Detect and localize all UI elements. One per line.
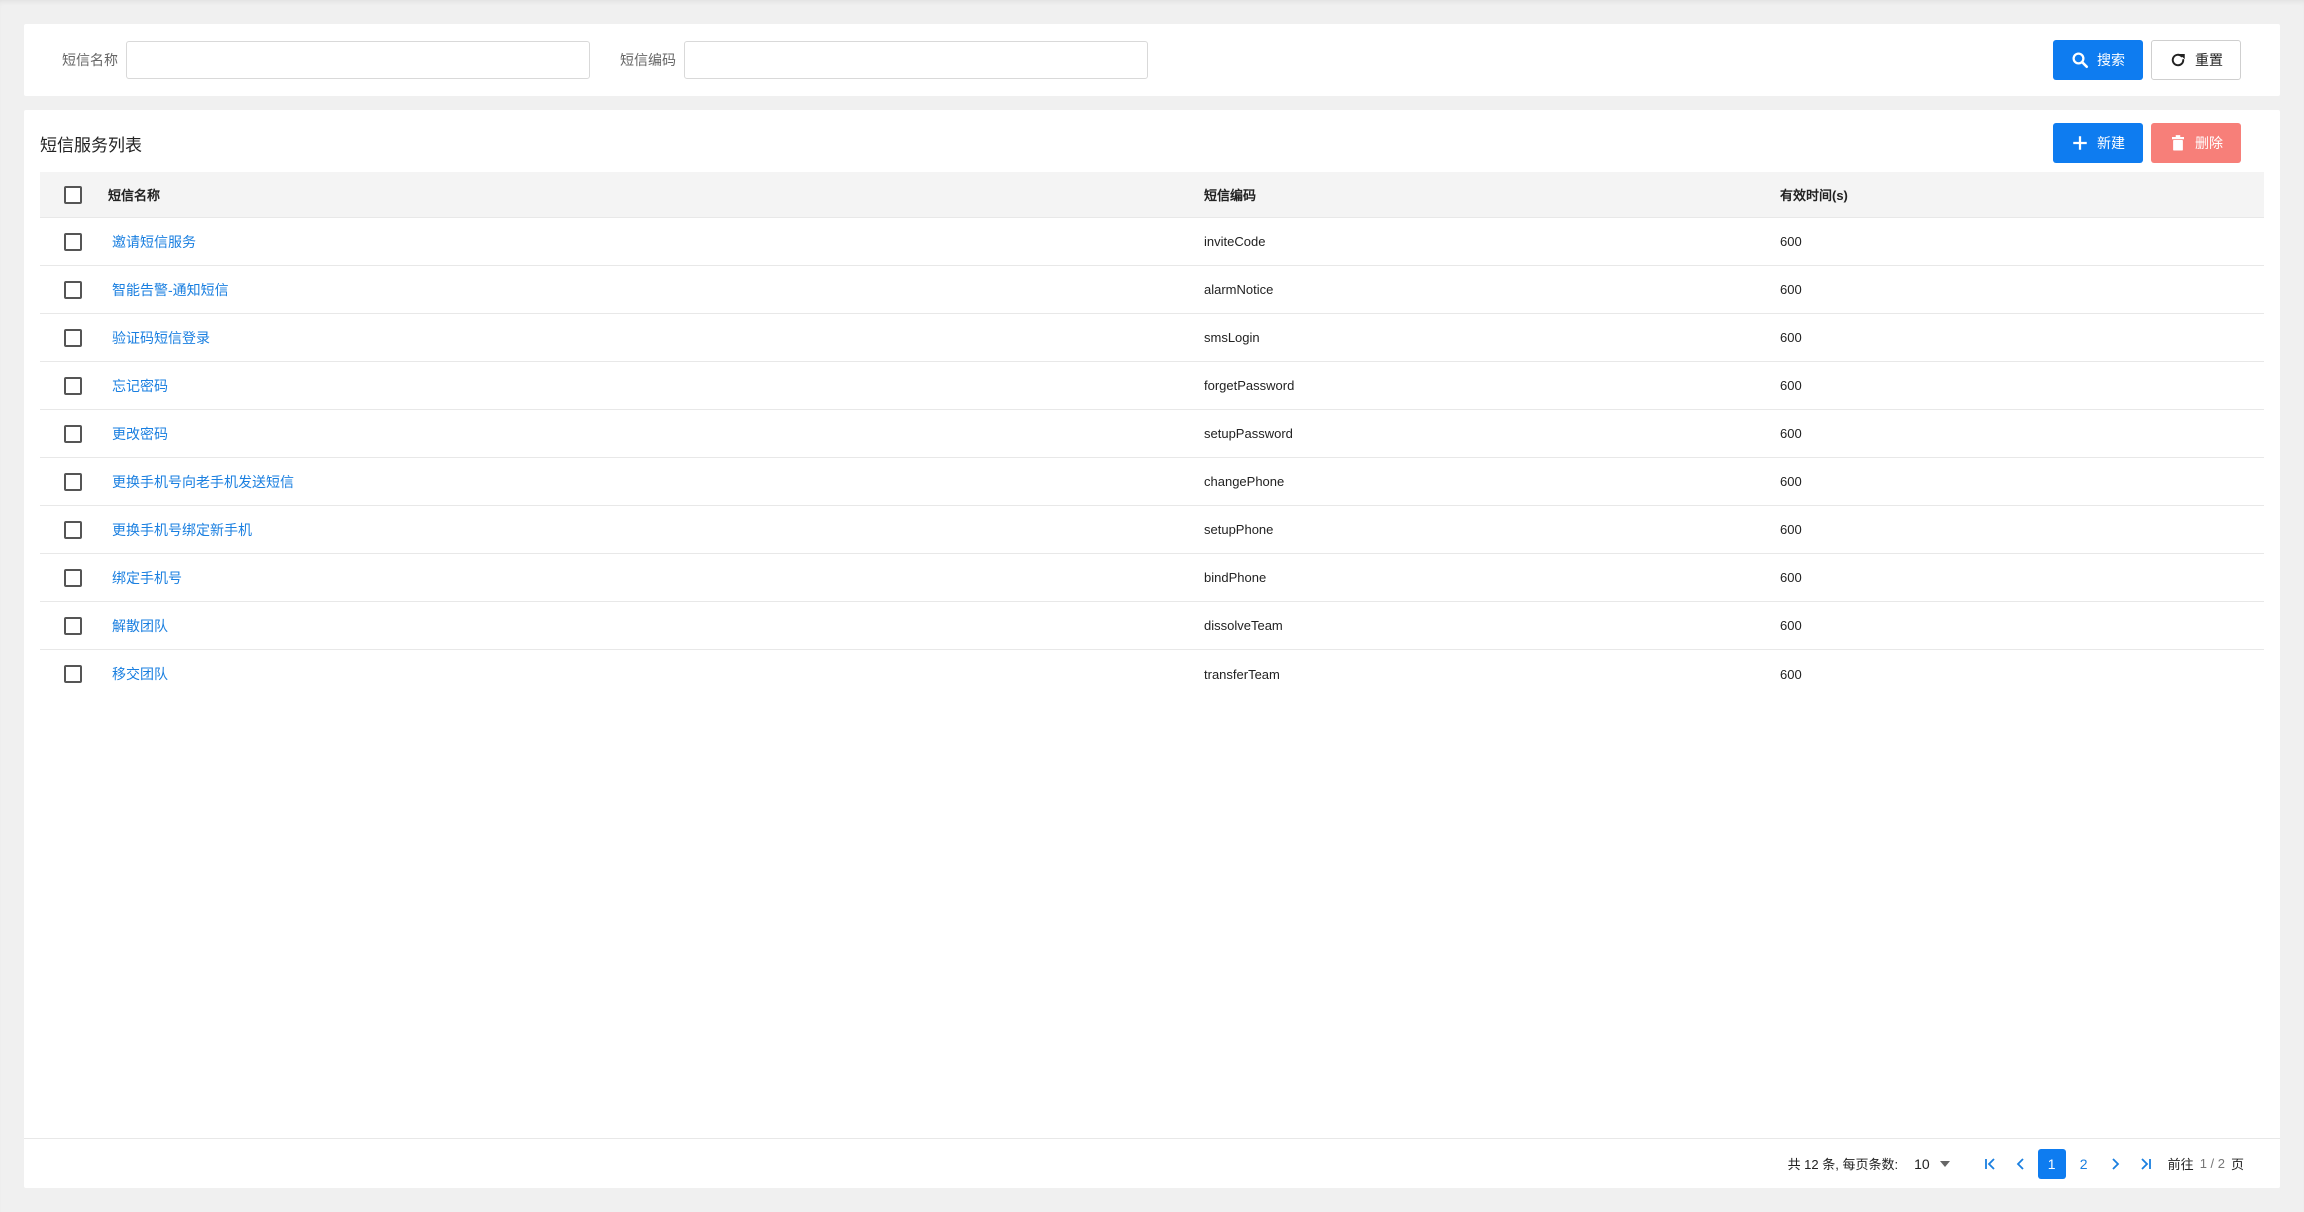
search-button-label: 搜索 [2097,52,2125,68]
row-checkbox[interactable] [64,472,82,491]
sms-name-link[interactable]: 解散团队 [108,618,168,634]
row-checkbox[interactable] [64,328,82,347]
next-page-icon[interactable] [2104,1153,2126,1175]
name-field: 短信名称 [62,41,590,79]
valid-time-cell: 600 [1780,666,1802,682]
row-checkbox[interactable] [64,616,82,635]
table-row: 绑定手机号 bindPhone 600 [40,554,2264,602]
sms-code-cell: forgetPassword [1204,378,1295,393]
reset-button-label: 重置 [2195,52,2223,68]
valid-time-cell: 600 [1780,570,1802,585]
sms-name-link[interactable]: 移交团队 [108,666,168,682]
pagination-total: 共 12 条, 每页条数: [1787,1157,1899,1172]
sms-code-cell: setupPassword [1204,426,1293,441]
valid-time-cell: 600 [1780,618,1802,633]
list-header: 短信服务列表 新建 删除 [24,110,2280,172]
page-button-2[interactable]: 2 [2070,1149,2098,1179]
valid-time-cell: 600 [1780,234,1802,249]
sms-name-link[interactable]: 邀请短信服务 [108,234,196,250]
table-row: 更换手机号向老手机发送短信 changePhone 600 [40,458,2264,506]
prev-page-icon[interactable] [2010,1153,2032,1175]
page-size-select[interactable]: 10 [1914,1156,1950,1172]
page-suffix: 页 [2230,1157,2244,1172]
delete-button[interactable]: 删除 [2151,123,2241,163]
table-row: 验证码短信登录 smsLogin 600 [40,314,2264,362]
column-header-name: 短信名称 [108,188,161,203]
row-checkbox[interactable] [64,665,82,683]
last-page-icon[interactable] [2134,1153,2156,1175]
table-row: 更换手机号绑定新手机 setupPhone 600 [40,506,2264,554]
sms-name-input[interactable] [126,41,590,79]
valid-time-cell: 600 [1780,474,1802,489]
search-actions: 搜索 重置 [2053,40,2241,80]
sms-name-link[interactable]: 绑定手机号 [108,570,182,586]
sms-name-link[interactable]: 验证码短信登录 [108,330,210,346]
table-row: 移交团队 transferTeam 600 [40,650,2264,698]
name-field-label: 短信名称 [62,52,118,68]
row-checkbox[interactable] [64,424,82,443]
sms-code-cell: bindPhone [1204,570,1267,585]
sms-code-cell: changePhone [1204,474,1285,489]
page-button-1[interactable]: 1 [2037,1148,2066,1179]
goto-page: 前往 1 / 2 页 [2168,1154,2244,1173]
new-button-label: 新建 [2097,135,2125,151]
column-header-code: 短信编码 [1204,188,1257,203]
row-checkbox[interactable] [64,376,82,395]
sms-code-cell: setupPhone [1204,522,1274,537]
table-row: 邀请短信服务 inviteCode 600 [40,218,2264,266]
row-checkbox[interactable] [64,280,82,299]
sms-code-input[interactable] [684,41,1148,79]
new-button[interactable]: 新建 [2053,123,2143,163]
search-icon [2071,51,2089,69]
table-body: 邀请短信服务 inviteCode 600 智能告警-通知短信 alarmNotice 6… [40,218,2264,698]
sms-table: 短信名称 短信编码 有效时间(s) 邀请短信服务 inviteCode 600 智能告… [40,172,2264,698]
table-header: 短信名称 短信编码 有效时间(s) [40,172,2264,218]
sms-code-cell: alarmNotice [1204,282,1274,297]
page-size-value: 10 [1914,1155,1930,1172]
row-checkbox[interactable] [64,232,82,251]
pagination: 共 12 条, 每页条数: 10 1 2 前往 1 / 2 页 [24,1138,2280,1188]
goto-page-input[interactable]: 1 / 2 [2200,1156,2225,1171]
valid-time-cell: 600 [1780,330,1802,345]
caret-down-icon [1939,1160,1950,1167]
table-row: 忘记密码 forgetPassword 600 [40,362,2264,410]
table-row: 更改密码 setupPassword 600 [40,410,2264,458]
valid-time-cell: 600 [1780,282,1802,297]
valid-time-cell: 600 [1780,378,1802,393]
code-field-label: 短信编码 [620,52,676,68]
goto-label: 前往 [2167,1157,2194,1172]
search-panel: 短信名称 短信编码 搜索 重置 [24,24,2280,96]
list-title: 短信服务列表 [40,136,142,155]
search-button[interactable]: 搜索 [2053,40,2143,80]
valid-time-cell: 600 [1780,522,1802,537]
reset-button[interactable]: 重置 [2151,40,2241,80]
sms-name-link[interactable]: 更换手机号向老手机发送短信 [108,474,294,490]
first-page-icon[interactable] [1980,1153,2002,1175]
list-actions: 新建 删除 [2053,123,2241,163]
sms-code-cell: inviteCode [1204,234,1266,249]
refresh-icon [2169,51,2187,69]
select-all-checkbox[interactable] [64,185,82,204]
plus-icon [2071,134,2089,152]
valid-time-cell: 600 [1780,426,1802,441]
sms-code-cell: smsLogin [1204,330,1260,345]
row-checkbox[interactable] [64,520,82,539]
table-row: 智能告警-通知短信 alarmNotice 600 [40,266,2264,314]
list-panel: 短信服务列表 新建 删除 短信名称 短信编码 有效时间(s) 邀请短信服务 inv… [24,110,2280,1188]
sms-code-cell: dissolveTeam [1204,618,1283,633]
row-checkbox[interactable] [64,568,82,587]
sms-name-link[interactable]: 忘记密码 [108,378,168,394]
delete-button-label: 删除 [2195,135,2223,151]
sms-name-link[interactable]: 更改密码 [108,426,168,442]
code-field: 短信编码 [620,41,1148,79]
column-header-time: 有效时间(s) [1780,188,1848,203]
sms-name-link[interactable]: 智能告警-通知短信 [108,282,229,298]
trash-icon [2169,134,2187,152]
sms-code-cell: transferTeam [1204,666,1280,682]
sms-name-link[interactable]: 更换手机号绑定新手机 [108,522,252,538]
table-row: 解散团队 dissolveTeam 600 [40,602,2264,650]
